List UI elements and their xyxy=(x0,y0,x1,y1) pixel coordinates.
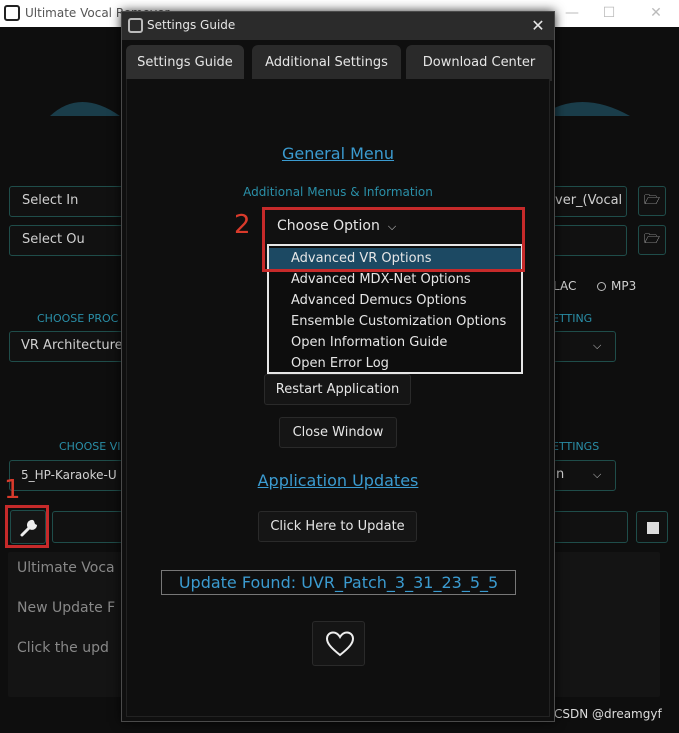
console-line: Click the upd xyxy=(17,640,109,656)
choose-model-label: CHOOSE VI xyxy=(59,440,121,453)
additional-menus-label: Additional Menus & Information xyxy=(243,185,433,199)
menu-item-advanced-mdx-net-options[interactable]: Advanced MDX-Net Options xyxy=(269,269,521,290)
select-output-button[interactable]: Select Ou xyxy=(9,225,125,256)
restart-application-button[interactable]: Restart Application xyxy=(264,374,411,405)
menu-item-ensemble-customization-options[interactable]: Ensemble Customization Options xyxy=(269,311,521,332)
donate-button[interactable] xyxy=(312,621,365,666)
tab-additional-settings[interactable]: Additional Settings xyxy=(252,45,401,81)
process-method-dropdown[interactable]: VR Architecture xyxy=(9,331,125,362)
settings-label: ETTINGS xyxy=(552,440,600,453)
general-menu-heading: General Menu xyxy=(281,144,395,163)
chevron-down-icon: ⌵ xyxy=(593,339,602,352)
heart-icon xyxy=(325,631,355,657)
stop-icon xyxy=(647,522,659,534)
app-logo-icon xyxy=(128,18,143,33)
format-option-flac[interactable]: LAC xyxy=(553,279,576,293)
select-input-button[interactable]: Select In xyxy=(9,186,125,217)
annotation-box-2 xyxy=(262,207,525,272)
maximize-button[interactable]: ☐ xyxy=(597,2,621,24)
application-updates-heading: Application Updates xyxy=(257,471,419,490)
model-dropdown[interactable]: 5_HP-Karaoke-U xyxy=(9,460,125,491)
main-close-button[interactable]: ✕ xyxy=(644,2,668,24)
annotation-step-1: 1 xyxy=(4,475,21,505)
folder-output-icon[interactable]: 🗁 xyxy=(638,225,666,255)
console-line: Ultimate Voca xyxy=(17,560,115,576)
app-logo-icon xyxy=(4,5,20,21)
annotation-step-2: 2 xyxy=(234,210,251,240)
menu-item-open-error-log[interactable]: Open Error Log xyxy=(269,353,521,374)
dialog-title: Settings Guide xyxy=(147,18,236,32)
watermark-text: CSDN @dreamgyf xyxy=(554,707,662,721)
update-found-label: Update Found: UVR_Patch_3_31_23_5_5 xyxy=(161,570,516,595)
format-option-mp3[interactable]: MP3 xyxy=(597,279,636,293)
menu-item-open-information-guide[interactable]: Open Information Guide xyxy=(269,332,521,353)
tab-download-center[interactable]: Download Center xyxy=(406,45,552,81)
folder-input-icon[interactable]: 🗁 xyxy=(638,186,666,216)
radio-icon xyxy=(597,282,606,291)
close-window-button[interactable]: Close Window xyxy=(279,417,397,448)
tab-settings-guide[interactable]: Settings Guide xyxy=(126,45,244,81)
stop-button[interactable] xyxy=(636,511,668,543)
settings-guide-dialog: Settings Guide ✕ Settings Guide Addition… xyxy=(121,11,555,722)
console-line: New Update F xyxy=(17,600,116,616)
annotation-box-1 xyxy=(5,505,49,548)
setting-label: ETTING xyxy=(552,312,593,325)
dialog-close-button[interactable]: ✕ xyxy=(526,15,550,37)
minimize-button[interactable]: — xyxy=(560,2,584,24)
update-button[interactable]: Click Here to Update xyxy=(258,511,417,542)
choose-process-label: CHOOSE PROC xyxy=(37,312,119,325)
setting-dropdown[interactable] xyxy=(553,331,616,362)
dialog-titlebar: Settings Guide ✕ xyxy=(122,12,554,40)
model-option-dropdown[interactable]: n xyxy=(553,460,616,491)
chevron-down-icon: ⌵ xyxy=(593,468,602,481)
menu-item-advanced-demucs-options[interactable]: Advanced Demucs Options xyxy=(269,290,521,311)
output-path-field[interactable] xyxy=(552,225,627,256)
input-path-field[interactable]: ver_(Vocal xyxy=(552,186,627,217)
